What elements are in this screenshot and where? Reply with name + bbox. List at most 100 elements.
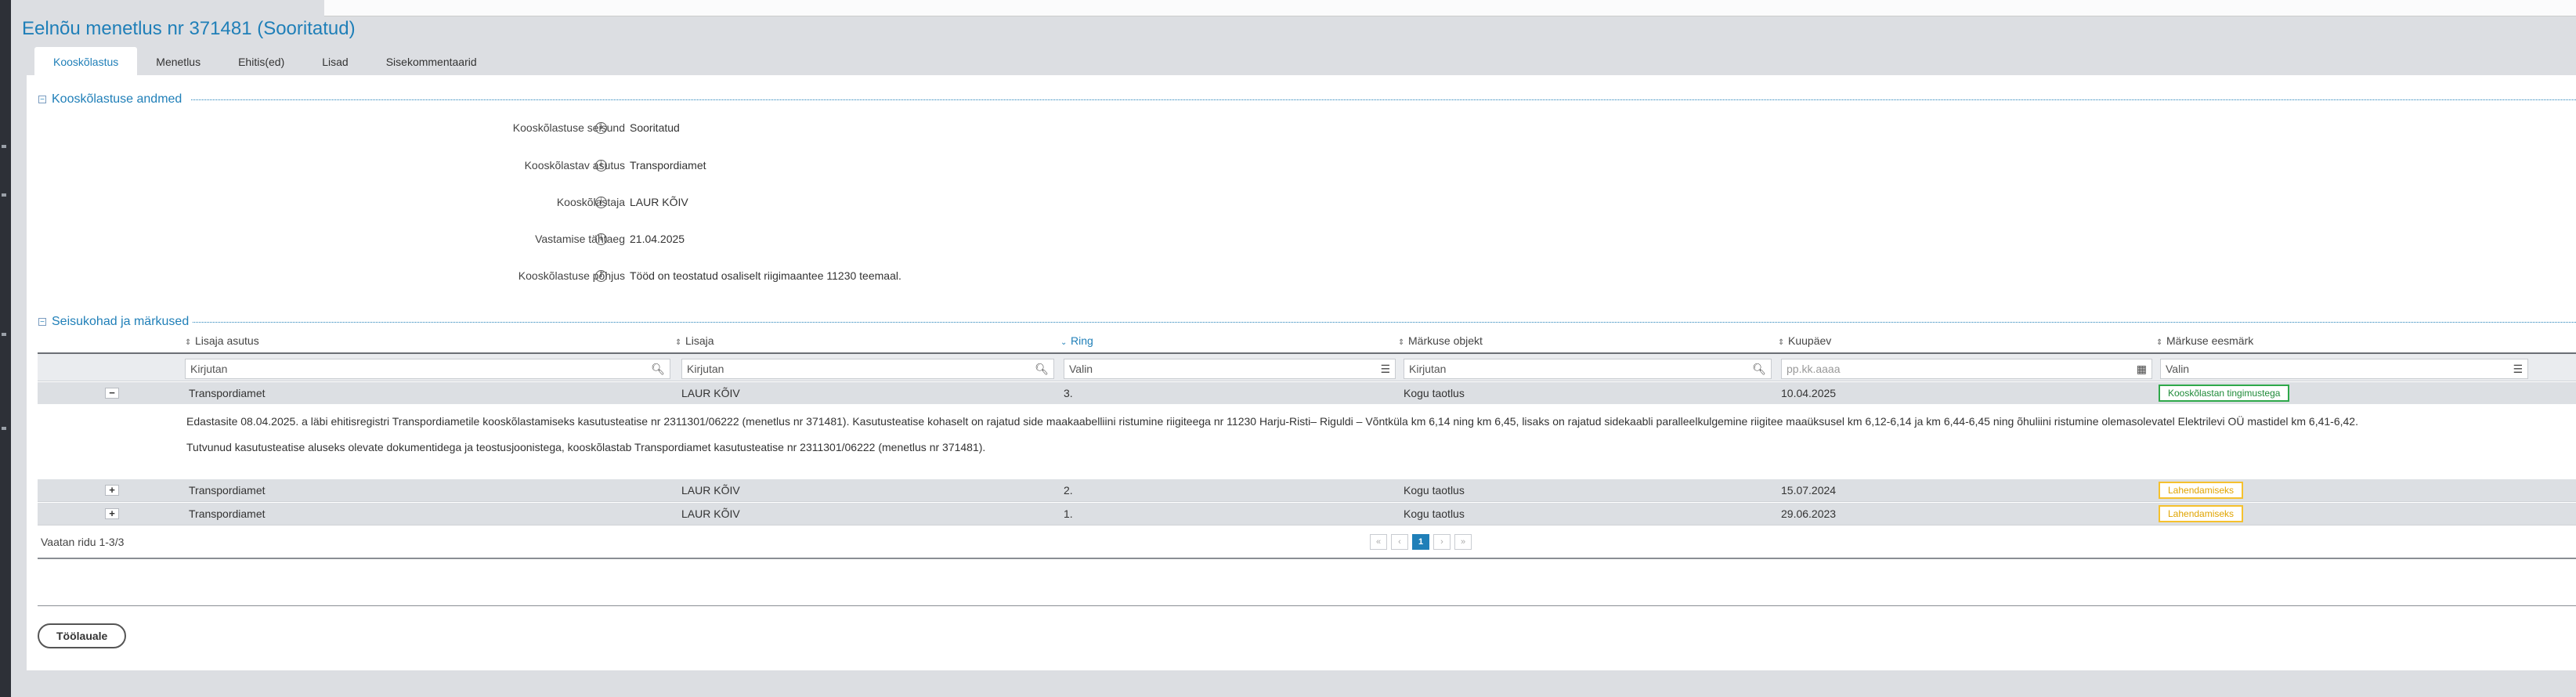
tab-ehitised[interactable]: Ehitis(ed) xyxy=(219,47,303,75)
section-title: Kooskõlastuse andmed xyxy=(52,92,182,106)
column-header-institution[interactable]: ⇕ Lisaja asutus xyxy=(185,329,259,352)
cell-institution: Transpordiamet xyxy=(189,387,266,399)
filter-purpose-select[interactable]: Valin ☰ xyxy=(2160,359,2528,379)
info-icon[interactable]: i xyxy=(595,122,607,134)
field-value: 21.04.2025 xyxy=(630,233,685,245)
section-header-remarks[interactable]: − Seisukohad ja märkused xyxy=(38,313,189,330)
sort-icon: ⇕ xyxy=(675,338,682,347)
field-institution: Kooskõlastav asutus i Transpordiamet xyxy=(27,156,1045,175)
last-page-button[interactable]: » xyxy=(1454,534,1472,550)
expand-row-button[interactable]: + xyxy=(105,485,119,496)
status-badge: Kooskõlastan tingimustega xyxy=(2159,385,2290,402)
section-header-approval-data[interactable]: − Kooskõlastuse andmed xyxy=(38,91,182,108)
sidebar-marker[interactable] xyxy=(2,193,6,197)
filter-date-input[interactable]: pp.kk.aaaa ▦ xyxy=(1781,359,2152,379)
filter-object-input[interactable]: Kirjutan 🔍︎ xyxy=(1404,359,1772,379)
info-icon[interactable]: i xyxy=(595,270,607,282)
field-deadline: Vastamise tähtaeg i 21.04.2025 xyxy=(27,229,1045,248)
search-icon[interactable]: 🔍︎ xyxy=(1035,363,1049,375)
list-icon[interactable]: ☰ xyxy=(1380,363,1390,375)
sidebar-marker[interactable] xyxy=(2,333,6,336)
field-label: Kooskõlastaja xyxy=(556,196,625,208)
cell-date: 15.07.2024 xyxy=(1781,484,1837,497)
table-row[interactable]: + Transpordiamet LAUR KÕIV 1. Kogu taotl… xyxy=(38,503,2576,525)
field-value: Sooritatud xyxy=(630,121,680,134)
calendar-icon[interactable]: ▦ xyxy=(2137,363,2147,375)
filter-author-input[interactable]: Kirjutan 🔍︎ xyxy=(681,359,1054,379)
info-icon[interactable]: i xyxy=(595,160,607,172)
sort-icon: ⇕ xyxy=(1778,338,1785,347)
top-bar xyxy=(11,0,2576,17)
status-badge: Lahendamiseks xyxy=(2159,482,2244,499)
cell-round: 3. xyxy=(1064,387,1073,399)
list-icon[interactable]: ☰ xyxy=(2513,363,2523,375)
row-detail: Edastasite 08.04.2025. a läbi ehitisregi… xyxy=(38,404,2576,478)
field-value: Tööd on teostatud osaliselt riigimaantee… xyxy=(630,269,901,282)
tab-kooskolastus[interactable]: Kooskõlastus xyxy=(34,47,138,75)
collapse-icon[interactable]: − xyxy=(38,318,46,327)
tab-lisad[interactable]: Lisad xyxy=(303,47,367,75)
detail-text: Edastasite 08.04.2025. a läbi ehitisregi… xyxy=(186,415,2358,428)
column-header-author[interactable]: ⇕ Lisaja xyxy=(675,329,714,352)
search-icon[interactable]: 🔍︎ xyxy=(651,363,665,375)
sort-icon: ⇕ xyxy=(1398,338,1405,347)
tab-bar: Kooskõlastus Menetlus Ehitis(ed) Lisad S… xyxy=(34,47,496,75)
top-bar-field xyxy=(324,0,2576,16)
grid-bottom-border xyxy=(38,558,2576,559)
prev-page-button[interactable]: ‹ xyxy=(1391,534,1408,550)
row-count-text: Vaatan ridu 1-3/3 xyxy=(41,536,125,548)
sort-icon: ⇕ xyxy=(2156,338,2163,347)
cell-author: LAUR KÕIV xyxy=(681,387,740,399)
pagination: « ‹ 1 › » xyxy=(1370,534,1472,550)
cell-object: Kogu taotlus xyxy=(1404,507,1465,520)
next-page-button[interactable]: › xyxy=(1433,534,1451,550)
search-icon[interactable]: 🔍︎ xyxy=(1752,363,1766,375)
cell-institution: Transpordiamet xyxy=(189,507,266,520)
info-icon[interactable]: i xyxy=(595,233,607,245)
page-1-button[interactable]: 1 xyxy=(1412,534,1429,550)
cell-date: 29.06.2023 xyxy=(1781,507,1837,520)
status-badge: Lahendamiseks xyxy=(2159,505,2244,522)
info-icon[interactable]: i xyxy=(595,197,607,208)
footer-divider xyxy=(38,605,2576,606)
sort-desc-icon: ⌄ xyxy=(1060,338,1068,347)
field-label: Kooskõlastuse põhjus xyxy=(518,269,625,282)
column-header-object[interactable]: ⇕ Märkuse objekt xyxy=(1398,329,1483,352)
column-header-round[interactable]: ⌄ Ring xyxy=(1060,329,1093,352)
sort-icon: ⇕ xyxy=(185,338,192,347)
back-to-dashboard-button[interactable]: Töölauale xyxy=(38,623,127,648)
sidebar-marker[interactable] xyxy=(2,427,6,430)
field-status: Kooskõlastuse seisund i Sooritatud xyxy=(27,118,1045,137)
section-title: Seisukohad ja märkused xyxy=(52,315,190,328)
detail-text: Tutvunud kasutusteatise aluseks olevate … xyxy=(186,441,986,453)
field-approver: Kooskõlastaja i LAUR KÕIV xyxy=(27,193,1045,211)
field-label: Kooskõlastav asutus xyxy=(524,159,625,172)
cell-round: 1. xyxy=(1064,507,1073,520)
collapse-icon[interactable]: − xyxy=(38,96,46,104)
column-header-purpose[interactable]: ⇕ Märkuse eesmärk xyxy=(2156,329,2253,352)
table-row[interactable]: + Transpordiamet LAUR KÕIV 2. Kogu taotl… xyxy=(38,479,2576,501)
cell-institution: Transpordiamet xyxy=(189,484,266,497)
section-divider xyxy=(191,99,2576,100)
grid-header: ⇕ Lisaja asutus ⇕ Lisaja ⌄ Ring ⇕ Märkuse ob… xyxy=(38,329,2576,354)
first-page-button[interactable]: « xyxy=(1370,534,1387,550)
left-sidebar xyxy=(0,0,11,697)
table-row[interactable]: − Transpordiamet LAUR KÕIV 3. Kogu taotl… xyxy=(38,382,2576,404)
filter-round-select[interactable]: Valin ☰ xyxy=(1064,359,1396,379)
tab-sisekommentaarid[interactable]: Sisekommentaarid xyxy=(367,47,496,75)
expand-row-button[interactable]: + xyxy=(105,508,119,519)
cell-object: Kogu taotlus xyxy=(1404,484,1465,497)
filter-row: Kirjutan 🔍︎ Kirjutan 🔍︎ Valin ☰ Kirjutan… xyxy=(38,354,2576,381)
column-header-date[interactable]: ⇕ Kuupäev xyxy=(1778,329,1831,352)
cell-author: LAUR KÕIV xyxy=(681,507,740,520)
field-reason: Kooskõlastuse põhjus i Tööd on teostatud… xyxy=(27,266,1045,285)
content-panel: − Kooskõlastuse andmed Kooskõlastuse sei… xyxy=(27,75,2576,670)
field-value: Transpordiamet xyxy=(630,159,706,172)
tab-menetlus[interactable]: Menetlus xyxy=(137,47,219,75)
field-label: Vastamise tähtaeg xyxy=(535,233,625,245)
filter-institution-input[interactable]: Kirjutan 🔍︎ xyxy=(185,359,670,379)
cell-round: 2. xyxy=(1064,484,1073,497)
collapse-row-button[interactable]: − xyxy=(105,388,119,399)
sidebar-marker[interactable] xyxy=(2,145,6,148)
section-divider xyxy=(193,322,2576,323)
